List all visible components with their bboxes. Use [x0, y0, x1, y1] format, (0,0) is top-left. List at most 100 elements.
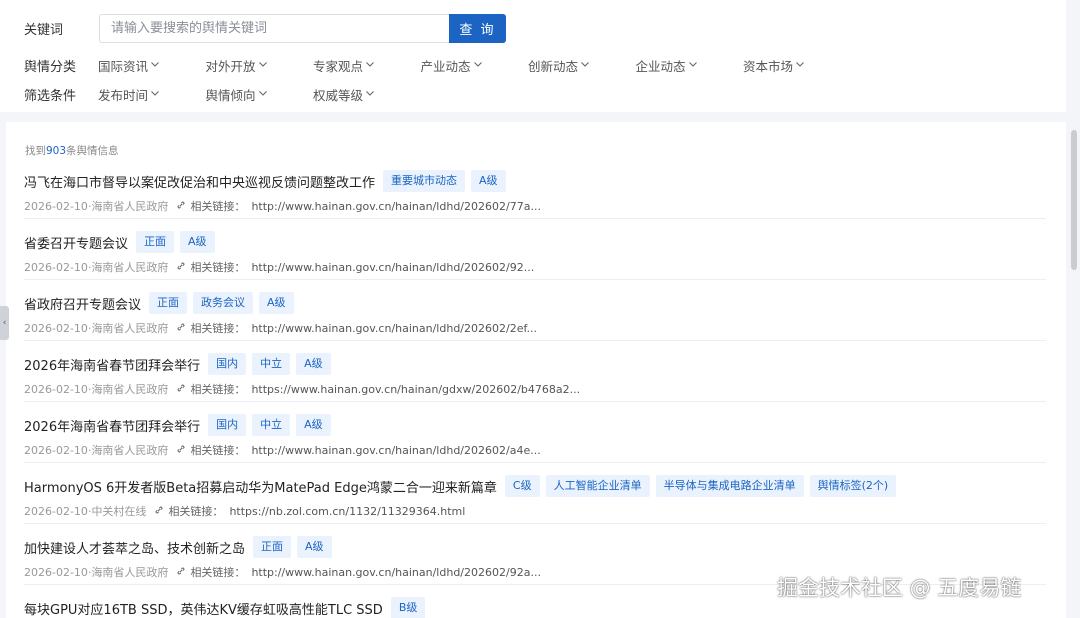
- keyword-row: 关键词: [24, 14, 98, 43]
- chevron-down-icon: [363, 58, 376, 73]
- chevron-down-icon: [256, 58, 269, 73]
- link-icon: [168, 200, 186, 213]
- item-date: 2026-02-10: [24, 504, 88, 518]
- item-title-link[interactable]: 2026年海南省春节团拜会举行: [24, 355, 200, 374]
- link-icon: [168, 261, 186, 274]
- item-source: 海南省人民政府: [91, 261, 169, 274]
- item-title-link[interactable]: 冯飞在海口市督导以案促改促治和中央巡视反馈问题整改工作: [24, 172, 375, 191]
- item-title-link[interactable]: 省政府召开专题会议: [24, 294, 141, 313]
- item-tag[interactable]: C级: [504, 475, 540, 497]
- item-url-link[interactable]: http://www.hainan.gov.cn/hainan/ldhd/202…: [251, 566, 541, 579]
- item-meta: 2026-02-10 · 海南省人民政府 相关链接： http://www.hain…: [24, 320, 537, 336]
- query-button[interactable]: 查 询: [449, 14, 506, 43]
- item-tag[interactable]: 国内: [208, 353, 247, 375]
- filter-dropdown-5[interactable]: 创新动态: [528, 55, 591, 75]
- item-title-link[interactable]: HarmonyOS 6开发者版Beta招募启动华为MatePad Edge鸿蒙二…: [24, 477, 497, 496]
- filter-label: 产业动态: [420, 58, 471, 74]
- item-tag[interactable]: 正面: [149, 292, 188, 314]
- item-title-link[interactable]: 加快建设人才荟萃之岛、技术创新之岛: [24, 538, 245, 557]
- chevron-down-icon: [578, 58, 591, 73]
- item-url-link[interactable]: http://www.hainan.gov.cn/hainan/ldhd/202…: [251, 322, 537, 335]
- item-title-link[interactable]: 每块GPU对应16TB SSD，英伟达KV缓存虹吸高性能TLC SSD: [24, 599, 383, 618]
- filter-label: 发布时间: [98, 87, 149, 103]
- link-label: 相关链接：: [190, 444, 246, 457]
- item-tag[interactable]: 中立: [252, 414, 291, 436]
- link-label: 相关链接：: [190, 261, 246, 274]
- chevron-down-icon: [256, 87, 269, 102]
- item-meta: 2026-02-10 · 海南省人民政府 相关链接： http://www.hain…: [24, 198, 541, 214]
- link-label: 相关链接：: [190, 200, 246, 213]
- item-tag[interactable]: A级: [180, 231, 215, 253]
- filter-dropdown-7[interactable]: 资本市场: [743, 55, 806, 75]
- sidebar-collapse-toggle[interactable]: ‹: [0, 306, 9, 340]
- item-tag[interactable]: A级: [296, 414, 331, 436]
- chevron-down-icon: [148, 87, 161, 102]
- item-tag[interactable]: 舆情标签(2个): [809, 475, 897, 497]
- list-item: HarmonyOS 6开发者版Beta招募启动华为MatePad Edge鸿蒙二…: [24, 463, 1046, 524]
- link-icon: [168, 322, 186, 335]
- chevron-down-icon: [793, 58, 806, 73]
- item-tag[interactable]: 政务会议: [193, 292, 254, 314]
- item-tag[interactable]: 重要城市动态: [383, 170, 466, 192]
- item-tag[interactable]: A级: [297, 536, 332, 558]
- item-title-link[interactable]: 2026年海南省春节团拜会举行: [24, 416, 200, 435]
- item-url-link[interactable]: http://www.hainan.gov.cn/hainan/ldhd/202…: [251, 261, 534, 274]
- item-source: 海南省人民政府: [91, 444, 169, 457]
- keyword-search-input[interactable]: [99, 14, 449, 43]
- item-date: 2026-02-10: [24, 443, 88, 457]
- item-tag[interactable]: A级: [259, 292, 294, 314]
- filter-dropdown-4[interactable]: 产业动态: [421, 55, 484, 75]
- filter-dropdown-6[interactable]: 企业动态: [636, 55, 699, 75]
- item-tag[interactable]: A级: [471, 170, 506, 192]
- filter-dropdown-3[interactable]: 专家观点: [313, 55, 376, 75]
- item-tag[interactable]: 正面: [136, 231, 175, 253]
- item-tag[interactable]: B级: [390, 597, 426, 618]
- filter-dropdown-1[interactable]: 国际资讯: [98, 55, 161, 75]
- item-meta: 2026-02-10 · 中关村在线 相关链接： https://nb.zol.co…: [24, 503, 465, 519]
- item-url-link[interactable]: https://nb.zol.com.cn/1132/11329364.html: [229, 505, 465, 518]
- item-meta: 2026-02-10 · 海南省人民政府 相关链接： https://www.hai…: [24, 381, 580, 397]
- item-tag[interactable]: 国内: [208, 414, 247, 436]
- filter-dropdown-2[interactable]: 舆情倾向: [206, 84, 269, 104]
- filter-dropdown-3[interactable]: 权威等级: [313, 84, 376, 104]
- item-source: 海南省人民政府: [91, 383, 169, 396]
- link-label: 相关链接：: [190, 322, 246, 335]
- item-tag[interactable]: 半导体与集成电路企业清单: [655, 475, 804, 497]
- filter-label: 创新动态: [528, 58, 579, 74]
- scrollbar[interactable]: [1068, 0, 1080, 618]
- item-title-link[interactable]: 省委召开专题会议: [24, 233, 128, 252]
- chevron-down-icon: [686, 58, 699, 73]
- item-tag[interactable]: 中立: [252, 353, 291, 375]
- filter-label: 国际资讯: [98, 58, 149, 74]
- item-meta: 2026-02-10 · 海南省人民政府 相关链接： http://www.hain…: [24, 259, 534, 275]
- item-tag[interactable]: 人工智能企业清单: [545, 475, 650, 497]
- chevron-down-icon: [471, 58, 484, 73]
- found-count: 903: [46, 145, 67, 157]
- scrollbar-thumb[interactable]: [1071, 130, 1077, 270]
- filter-label: 资本市场: [743, 58, 794, 74]
- item-source: 海南省人民政府: [91, 200, 169, 213]
- item-title-line: 省政府召开专题会议 正面 政务会议 A级: [24, 292, 300, 314]
- chevron-left-icon: ‹: [2, 318, 7, 328]
- item-source: 中关村在线: [91, 505, 147, 518]
- item-source: 海南省人民政府: [91, 566, 169, 579]
- filter-dropdown-2[interactable]: 对外开放: [206, 55, 269, 75]
- item-date: 2026-02-10: [24, 565, 88, 579]
- item-date: 2026-02-10: [24, 382, 88, 396]
- item-title-line: 每块GPU对应16TB SSD，英伟达KV缓存虹吸高性能TLC SSD B级: [24, 597, 431, 618]
- chevron-down-icon: [363, 87, 376, 102]
- filter-label: 企业动态: [635, 58, 686, 74]
- item-url-link[interactable]: https://www.hainan.gov.cn/hainan/gdxw/20…: [251, 383, 580, 396]
- item-source: 海南省人民政府: [91, 322, 169, 335]
- item-tag[interactable]: 正面: [253, 536, 292, 558]
- item-title-line: 加快建设人才荟萃之岛、技术创新之岛 正面 A级: [24, 536, 338, 558]
- filter-label: 对外开放: [205, 58, 256, 74]
- item-url-link[interactable]: http://www.hainan.gov.cn/hainan/ldhd/202…: [251, 200, 541, 213]
- result-count: 找到903条舆情信息: [25, 143, 119, 158]
- item-title-line: 2026年海南省春节团拜会举行 国内 中立 A级: [24, 353, 337, 375]
- item-url-link[interactable]: http://www.hainan.gov.cn/hainan/ldhd/202…: [251, 444, 540, 457]
- category-label: 舆情分类: [24, 59, 77, 75]
- item-tag[interactable]: A级: [296, 353, 331, 375]
- list-item: 省委召开专题会议 正面 A级 2026-02-10 · 海南省人民政府 相关链接： htt…: [24, 219, 1046, 280]
- filter-dropdown-1[interactable]: 发布时间: [98, 84, 161, 104]
